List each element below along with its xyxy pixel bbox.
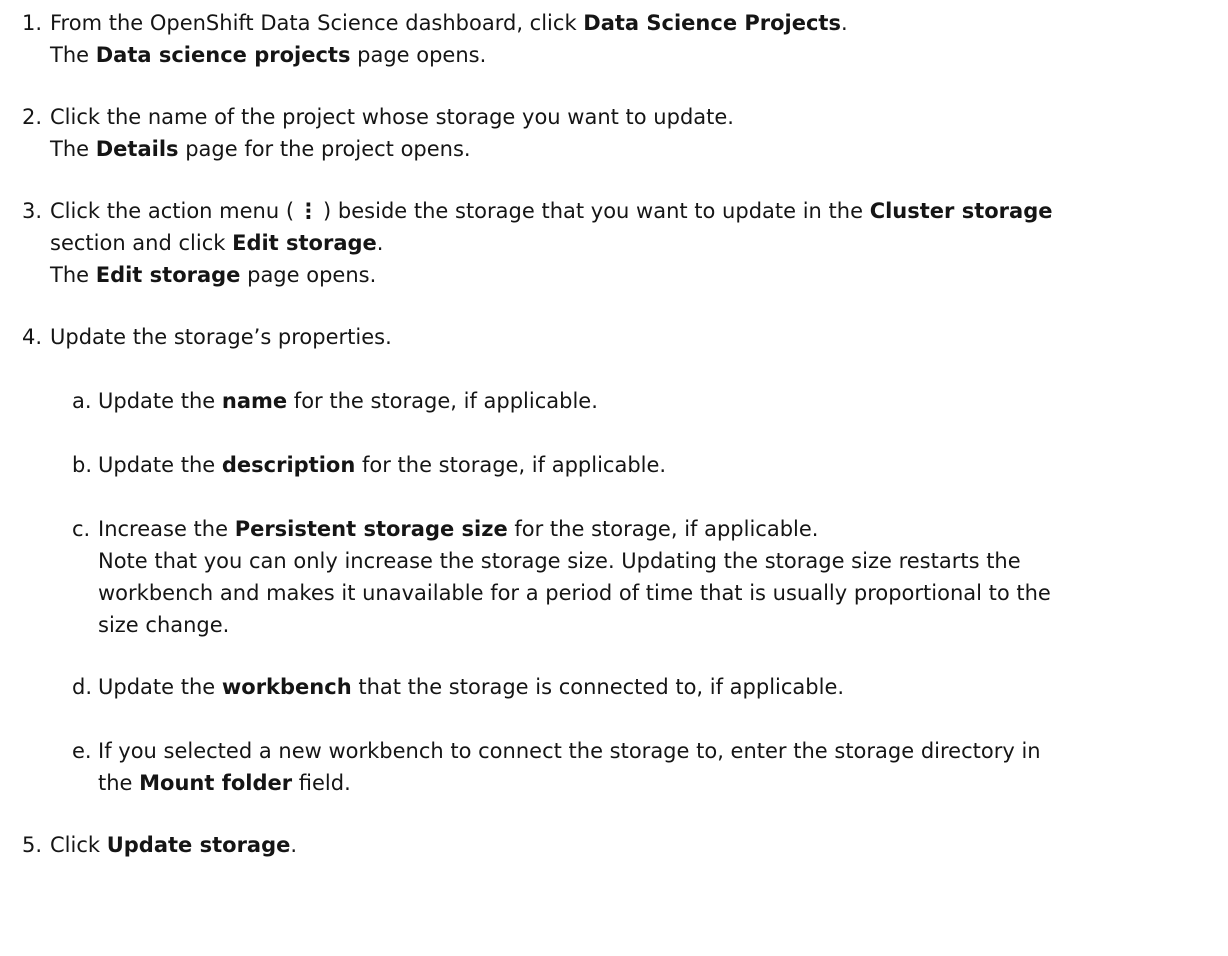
text: The [50, 43, 96, 67]
text: Update the [98, 675, 222, 699]
substep-note: size change. [98, 613, 230, 637]
step-text: Update the storage’s properties. [50, 325, 392, 349]
text: ) beside the storage that you want to up… [323, 199, 870, 223]
substep-letter: b. [72, 453, 93, 477]
ui-label: Cluster storage [869, 199, 1053, 223]
text: page opens. [350, 43, 487, 67]
ui-label: name [221, 389, 288, 413]
step-number: 2. [22, 105, 43, 129]
step-number: 1. [22, 11, 43, 35]
text: Update the [98, 453, 222, 477]
text: that the storage is connected to, if app… [351, 675, 845, 699]
substep-text: Update the name for the storage, if appl… [98, 386, 598, 416]
substep-note: workbench and makes it unavailable for a… [98, 581, 1051, 605]
text: . [290, 833, 298, 857]
substep-letter: d. [72, 675, 93, 699]
text: . [376, 231, 384, 255]
substep-text: Update the workbench that the storage is… [98, 672, 844, 702]
ui-label: description [221, 453, 356, 477]
text: the [98, 771, 140, 795]
text: for the storage, if applicable. [287, 389, 598, 413]
step-result: The Details page for the project opens. [50, 134, 471, 164]
kebab-menu-icon: ⋮ [298, 199, 320, 223]
text: Click [50, 833, 107, 857]
step-text-cont: section and click Edit storage. [50, 228, 383, 258]
text: Update the [98, 389, 222, 413]
step-number: 3. [22, 199, 43, 223]
step-text: Click the action menu (⋮) beside the sto… [50, 196, 1052, 226]
step-text: From the OpenShift Data Science dashboar… [50, 8, 848, 38]
substep-letter: a. [72, 389, 92, 413]
step-number: 5. [22, 833, 43, 857]
ui-label: Details [95, 137, 179, 161]
text: Increase the [98, 517, 235, 541]
substep-text: Update the description for the storage, … [98, 450, 666, 480]
substep-text-cont: the Mount folder field. [98, 768, 351, 798]
ui-label: Mount folder [139, 771, 293, 795]
text: . [840, 11, 848, 35]
substep-text: If you selected a new workbench to conne… [98, 739, 1041, 763]
ui-label: Data science projects [95, 43, 351, 67]
step-text: Click the name of the project whose stor… [50, 105, 734, 129]
text: for the storage, if applicable. [355, 453, 667, 477]
step-text: Click Update storage. [50, 830, 297, 860]
text: page opens. [240, 263, 377, 287]
text: field. [292, 771, 351, 795]
substep-note: Note that you can only increase the stor… [98, 549, 1021, 573]
ui-label: Persistent storage size [234, 517, 508, 541]
ui-label: Edit storage [232, 231, 377, 255]
procedure-document: 1. From the OpenShift Data Science dashb… [0, 0, 1228, 956]
substep-letter: e. [72, 739, 92, 763]
text: From the OpenShift Data Science dashboar… [50, 11, 584, 35]
step-result: The Data science projects page opens. [50, 40, 486, 70]
text: for the storage, if applicable. [507, 517, 819, 541]
text: The [50, 263, 96, 287]
text: Click the action menu ( [50, 199, 295, 223]
ui-label: Data Science Projects [583, 11, 841, 35]
substep-text: Increase the Persistent storage size for… [98, 514, 818, 544]
text: page for the project opens. [178, 137, 471, 161]
step-result: The Edit storage page opens. [50, 260, 376, 290]
text: The [50, 137, 96, 161]
text: section and click [50, 231, 233, 255]
ui-label: workbench [221, 675, 352, 699]
ui-label: Update storage [106, 833, 291, 857]
substep-letter: c. [72, 517, 91, 541]
step-number: 4. [22, 325, 43, 349]
ui-label: Edit storage [95, 263, 241, 287]
